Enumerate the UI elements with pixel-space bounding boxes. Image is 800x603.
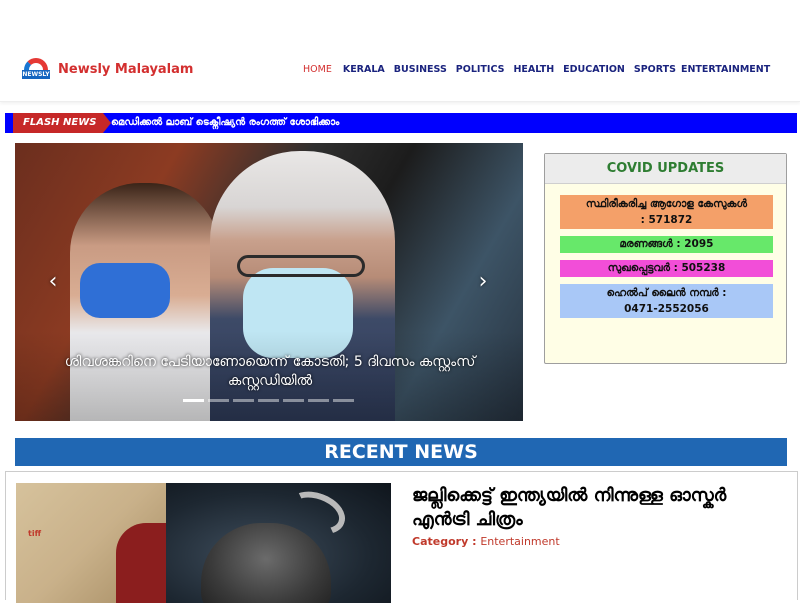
nav-item-kerala[interactable]: KERALA <box>343 64 385 75</box>
news-category: Category : Entertainment <box>412 535 560 548</box>
stat-confirmed-cases: സ്ഥിരീകരിച്ച ആഗോള കേസുകൾ : 571872 <box>560 195 773 229</box>
logo-text: NEWSLY <box>22 70 50 79</box>
stat-label: സുഖപ്പെട്ടവർ <box>607 262 670 274</box>
nav-item-home[interactable]: HOME <box>303 64 332 75</box>
covid-updates-title: COVID UPDATES <box>545 154 786 184</box>
nav-item-education[interactable]: EDUCATION <box>563 64 625 75</box>
stat-value: 2095 <box>684 238 714 250</box>
news-thumbnail[interactable]: tiff <box>16 483 391 603</box>
brand-name[interactable]: Newsly Malayalam <box>58 62 193 77</box>
stat-value: : 571872 <box>640 214 693 226</box>
slide-caption[interactable]: ശിവശങ്കറിനെ പേടിയാണോയെന്ന് കോടതി; 5 ദിവസ… <box>55 353 485 391</box>
nav-item-sports[interactable]: SPORTS <box>634 64 676 75</box>
category-link[interactable]: Entertainment <box>480 535 559 548</box>
news-card[interactable]: tiff ജല്ലിക്കെട്ട് ഇന്ത്യയിൽ നിന്നുള്ള ഓ… <box>5 471 798 603</box>
stat-value[interactable]: 0471-2552056 <box>560 301 773 317</box>
slider-indicators <box>183 399 354 402</box>
slider-indicator[interactable] <box>233 399 254 402</box>
flash-news-label: FLASH NEWS <box>13 113 111 133</box>
hero-slider[interactable]: ശിവശങ്കറിനെ പേടിയാണോയെന്ന് കോടതി; 5 ദിവസ… <box>15 143 523 421</box>
chevron-right-icon[interactable]: › <box>475 271 491 293</box>
stat-deaths: മരണങ്ങൾ : 2095 <box>560 236 773 253</box>
news-title[interactable]: ജല്ലിക്കെട്ട് ഇന്ത്യയിൽ നിന്നുള്ള ഓസ്കർ … <box>412 484 787 532</box>
stat-label: മരണങ്ങൾ <box>619 238 673 250</box>
slider-indicator[interactable] <box>283 399 304 402</box>
nav-item-entertainment[interactable]: ENTERTAINMENT <box>681 64 770 75</box>
slider-indicator[interactable] <box>183 399 204 402</box>
slider-indicator[interactable] <box>258 399 279 402</box>
stat-recovered: സുഖപ്പെട്ടവർ : 505238 <box>560 260 773 277</box>
recent-news-heading: RECENT NEWS <box>15 438 787 466</box>
stat-label: സ്ഥിരീകരിച്ച ആഗോള കേസുകൾ <box>585 198 748 210</box>
category-label: Category <box>412 535 469 548</box>
stat-helpline: ഹെൽപ് ലൈൻ നമ്പർ : 0471-2552056 <box>560 284 773 318</box>
site-header: NEWSLY Newsly Malayalam HOME KERALA BUSI… <box>0 0 800 102</box>
nav-item-business[interactable]: BUSINESS <box>394 64 447 75</box>
chevron-left-icon[interactable]: ‹ <box>45 271 61 293</box>
nav-item-politics[interactable]: POLITICS <box>456 64 505 75</box>
stat-value: 505238 <box>681 262 726 274</box>
logo-icon[interactable]: NEWSLY <box>22 58 50 82</box>
thumb-festival-logo: tiff <box>28 529 42 538</box>
nav-item-health[interactable]: HEALTH <box>513 64 554 75</box>
stat-label: ഹെൽപ് ലൈൻ നമ്പർ <box>606 287 719 299</box>
slide-glasses <box>237 255 365 277</box>
slider-indicator[interactable] <box>333 399 354 402</box>
main-nav: HOME KERALA BUSINESS POLITICS HEALTH EDU… <box>303 64 770 75</box>
covid-updates-card: COVID UPDATES സ്ഥിരീകരിച്ച ആഗോള കേസുകൾ :… <box>544 153 787 364</box>
slider-indicator[interactable] <box>308 399 329 402</box>
flash-news-text[interactable]: മെഡിക്കൽ ലാബ് ടെക്നീഷ്യൻ രംഗത്ത് ശോഭിക്ക… <box>111 113 339 133</box>
slide-mask-left <box>80 263 170 318</box>
slider-indicator[interactable] <box>208 399 229 402</box>
flash-news-bar: FLASH NEWS മെഡിക്കൽ ലാബ് ടെക്നീഷ്യൻ രംഗത… <box>5 113 797 133</box>
